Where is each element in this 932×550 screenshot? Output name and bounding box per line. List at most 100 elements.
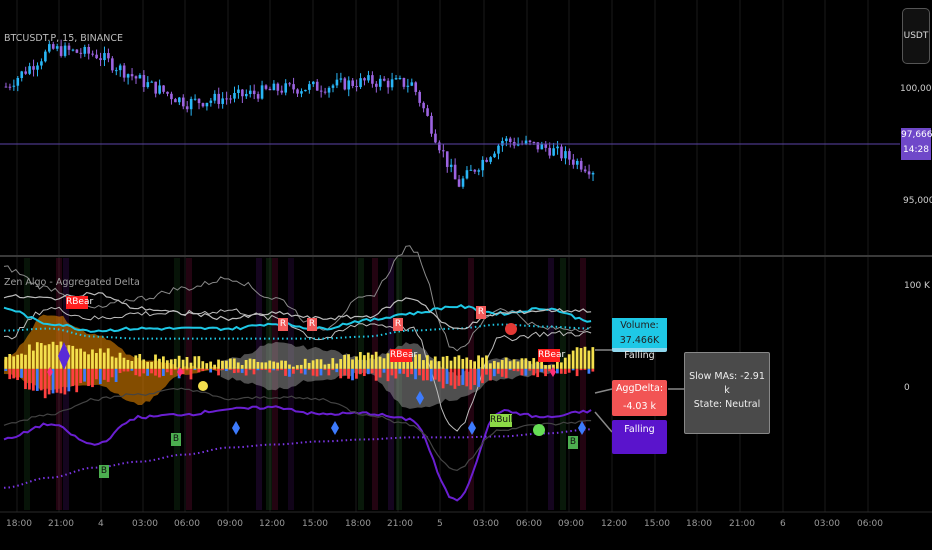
delta-bar (280, 368, 283, 370)
volume-bar (142, 359, 146, 369)
volume-bar (240, 364, 244, 369)
candle-body (327, 87, 331, 93)
volume-bar (158, 358, 161, 369)
delta-bar (481, 368, 484, 384)
delta-bar (394, 368, 398, 379)
delta-bar (185, 368, 189, 371)
candle-body (560, 146, 563, 159)
volume-bar (457, 355, 461, 369)
candle-body (126, 74, 130, 78)
candle-body (59, 46, 63, 56)
volume-bar (232, 358, 236, 369)
candle-body (568, 151, 571, 160)
delta-bar (303, 368, 307, 375)
volume-bar (134, 355, 138, 369)
candle-body (111, 58, 114, 71)
volume-bar (28, 344, 31, 369)
volume-bar (31, 350, 35, 369)
volume-bar (307, 362, 311, 369)
volume-bar (130, 360, 134, 369)
volume-bar (280, 360, 283, 369)
symbol-title[interactable]: BTCUSDT.P, 15, BINANCE (4, 33, 123, 44)
delta-bar (500, 368, 504, 377)
volume-bar (79, 348, 83, 369)
volume-bar (449, 360, 453, 369)
delta-bar (453, 368, 457, 389)
volume-bar (276, 362, 280, 369)
volume-bar (39, 343, 43, 369)
delta-bar (508, 368, 512, 371)
delta-bar (335, 368, 339, 373)
volume-bar (264, 362, 268, 369)
volume-bar (303, 358, 307, 369)
delta-bar (544, 368, 547, 377)
candle-body (445, 151, 449, 167)
volume-bar (173, 358, 177, 369)
volume-bar (339, 359, 343, 369)
volume-bar (228, 358, 232, 369)
candle-body (556, 146, 559, 149)
candle-body (359, 78, 362, 88)
signal-rbear: RBear (66, 296, 94, 309)
indicator-title[interactable]: Zen Algo - Aggregated Delta (4, 277, 140, 288)
delta-bar (95, 368, 98, 380)
volume-bar (343, 354, 346, 369)
volume-sub: Falling (624, 350, 655, 361)
candle-body (233, 92, 236, 99)
candle-body (300, 91, 303, 94)
volume-bar (429, 360, 433, 369)
time-axis-label: 03:00 (814, 519, 840, 529)
delta-bar (20, 368, 23, 378)
volume-bar (248, 358, 252, 369)
candle-body (55, 46, 59, 49)
volume-bar (315, 359, 319, 369)
candle-body (166, 91, 169, 94)
volume-bar (504, 357, 508, 369)
indicator-axis-label: 0 (904, 383, 910, 393)
time-axis-label: 5 (437, 519, 443, 529)
volume-bar (524, 358, 528, 369)
chart-canvas[interactable] (0, 0, 932, 550)
candle-body (245, 93, 248, 97)
time-axis-label: 4 (98, 519, 104, 529)
delta-bar (359, 368, 362, 375)
candle-body (363, 78, 366, 81)
lower-band-line (3, 387, 592, 472)
price-axis-label: 95,000.0 (903, 196, 932, 206)
delta-bar (165, 368, 169, 373)
volume-bar (185, 357, 189, 369)
time-axis-label: 18:00 (6, 519, 32, 529)
delta-bar (370, 368, 374, 374)
delta-bar (122, 368, 126, 372)
volume-bar (323, 364, 327, 369)
candle-body (536, 142, 540, 150)
candle-body (430, 115, 433, 134)
volume-bar (260, 362, 264, 369)
candle-body (32, 66, 35, 70)
candle-body (497, 145, 500, 154)
candle-body (138, 75, 142, 79)
candle-body (532, 141, 536, 143)
candle-body (548, 147, 551, 156)
volume-bar (71, 345, 75, 369)
candle-body (237, 89, 240, 93)
volume-bar (355, 356, 358, 369)
delta-bar (256, 368, 260, 371)
candle-body (375, 83, 378, 87)
volume-bar (536, 361, 540, 369)
candle-body (315, 81, 319, 91)
candle-body (24, 71, 27, 74)
volume-bar (575, 347, 579, 369)
volume-bar (425, 355, 429, 369)
candle-body (308, 84, 311, 90)
candle-body (87, 47, 91, 54)
candle-body (268, 88, 272, 91)
chart-stage: BTCUSDT.P, 15, BINANCE Zen Algo - Aggreg… (0, 0, 932, 550)
currency-button[interactable]: USDT (902, 8, 930, 64)
volume-bar (122, 357, 126, 369)
candle-body (67, 45, 71, 50)
signal-r: R (278, 318, 288, 331)
volume-bar (169, 359, 173, 369)
signal-background-strip (560, 258, 566, 510)
candle-body (217, 93, 221, 104)
